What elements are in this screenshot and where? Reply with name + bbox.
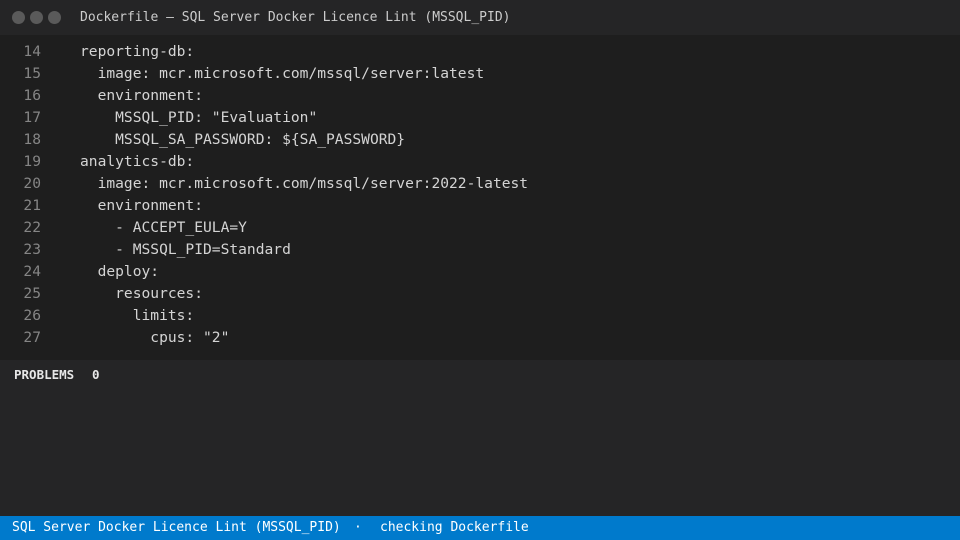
window-title: Dockerfile — SQL Server Docker Licence L… (80, 10, 511, 25)
line-number: 15 (23, 65, 41, 82)
line-number: 19 (23, 153, 41, 170)
line-number: 27 (23, 329, 41, 346)
code-text[interactable]: MSSQL_PID: "Evaluation" (80, 107, 317, 129)
code-line[interactable]: 23 - MSSQL_PID=Standard (0, 239, 960, 261)
code-line[interactable]: 17 MSSQL_PID: "Evaluation" (0, 107, 960, 129)
line-number: 14 (23, 43, 41, 60)
line-number: 20 (23, 175, 41, 192)
line-number: 23 (23, 241, 41, 258)
status-bar: SQL Server Docker Licence Lint (MSSQL_PI… (0, 516, 960, 540)
code-line[interactable]: 24 deploy: (0, 261, 960, 283)
line-number: 24 (23, 263, 41, 280)
line-number: 16 (23, 87, 41, 104)
code-text[interactable]: image: mcr.microsoft.com/mssql/server:20… (80, 173, 529, 195)
code-text[interactable]: - MSSQL_PID=Standard (80, 239, 291, 261)
code-text[interactable]: deploy: (80, 261, 160, 283)
code-text[interactable]: environment: (80, 195, 203, 217)
code-line[interactable]: 27 cpus: "2" (0, 327, 960, 349)
code-text[interactable]: analytics-db: (80, 151, 194, 173)
problems-tab[interactable]: PROBLEMS (14, 367, 74, 382)
line-number: 18 (23, 131, 41, 148)
code-text[interactable]: image: mcr.microsoft.com/mssql/server:la… (80, 63, 485, 85)
code-text[interactable]: cpus: "2" (80, 327, 229, 349)
line-number: 25 (23, 285, 41, 302)
line-number: 21 (23, 197, 41, 214)
code-line[interactable]: 21 environment: (0, 195, 960, 217)
status-extension-name[interactable]: SQL Server Docker Licence Lint (MSSQL_PI… (12, 520, 341, 535)
code-text[interactable]: limits: (80, 305, 195, 327)
status-separator: · (354, 520, 362, 535)
line-number: 17 (23, 109, 41, 126)
line-number: 22 (23, 219, 41, 236)
code-line[interactable]: 20 image: mcr.microsoft.com/mssql/server… (0, 173, 960, 195)
code-line[interactable]: 16 environment: (0, 85, 960, 107)
code-text[interactable]: reporting-db: (80, 41, 194, 63)
code-line[interactable]: 26 limits: (0, 305, 960, 327)
code-line[interactable]: 15 image: mcr.microsoft.com/mssql/server… (0, 63, 960, 85)
close-window-button[interactable] (12, 11, 25, 24)
code-editor[interactable]: 14 reporting-db: 15 image: mcr.microsoft… (0, 35, 960, 360)
code-line[interactable]: 19 analytics-db: (0, 151, 960, 173)
code-text[interactable]: MSSQL_SA_PASSWORD: ${SA_PASSWORD} (80, 129, 405, 151)
code-line[interactable]: 25 resources: (0, 283, 960, 305)
code-text[interactable]: environment: (80, 85, 203, 107)
line-number: 26 (23, 307, 41, 324)
maximize-window-button[interactable] (48, 11, 61, 24)
minimize-window-button[interactable] (30, 11, 43, 24)
problems-count-badge: 0 (92, 367, 100, 382)
problems-panel: PROBLEMS 0 (0, 360, 960, 516)
code-text[interactable]: resources: (80, 283, 203, 305)
code-text[interactable]: - ACCEPT_EULA=Y (80, 217, 247, 239)
code-line[interactable]: 18 MSSQL_SA_PASSWORD: ${SA_PASSWORD} (0, 129, 960, 151)
code-line[interactable]: 22 - ACCEPT_EULA=Y (0, 217, 960, 239)
code-line[interactable]: 14 reporting-db: (0, 41, 960, 63)
title-bar: Dockerfile — SQL Server Docker Licence L… (0, 0, 960, 35)
status-message: checking Dockerfile (380, 520, 529, 535)
